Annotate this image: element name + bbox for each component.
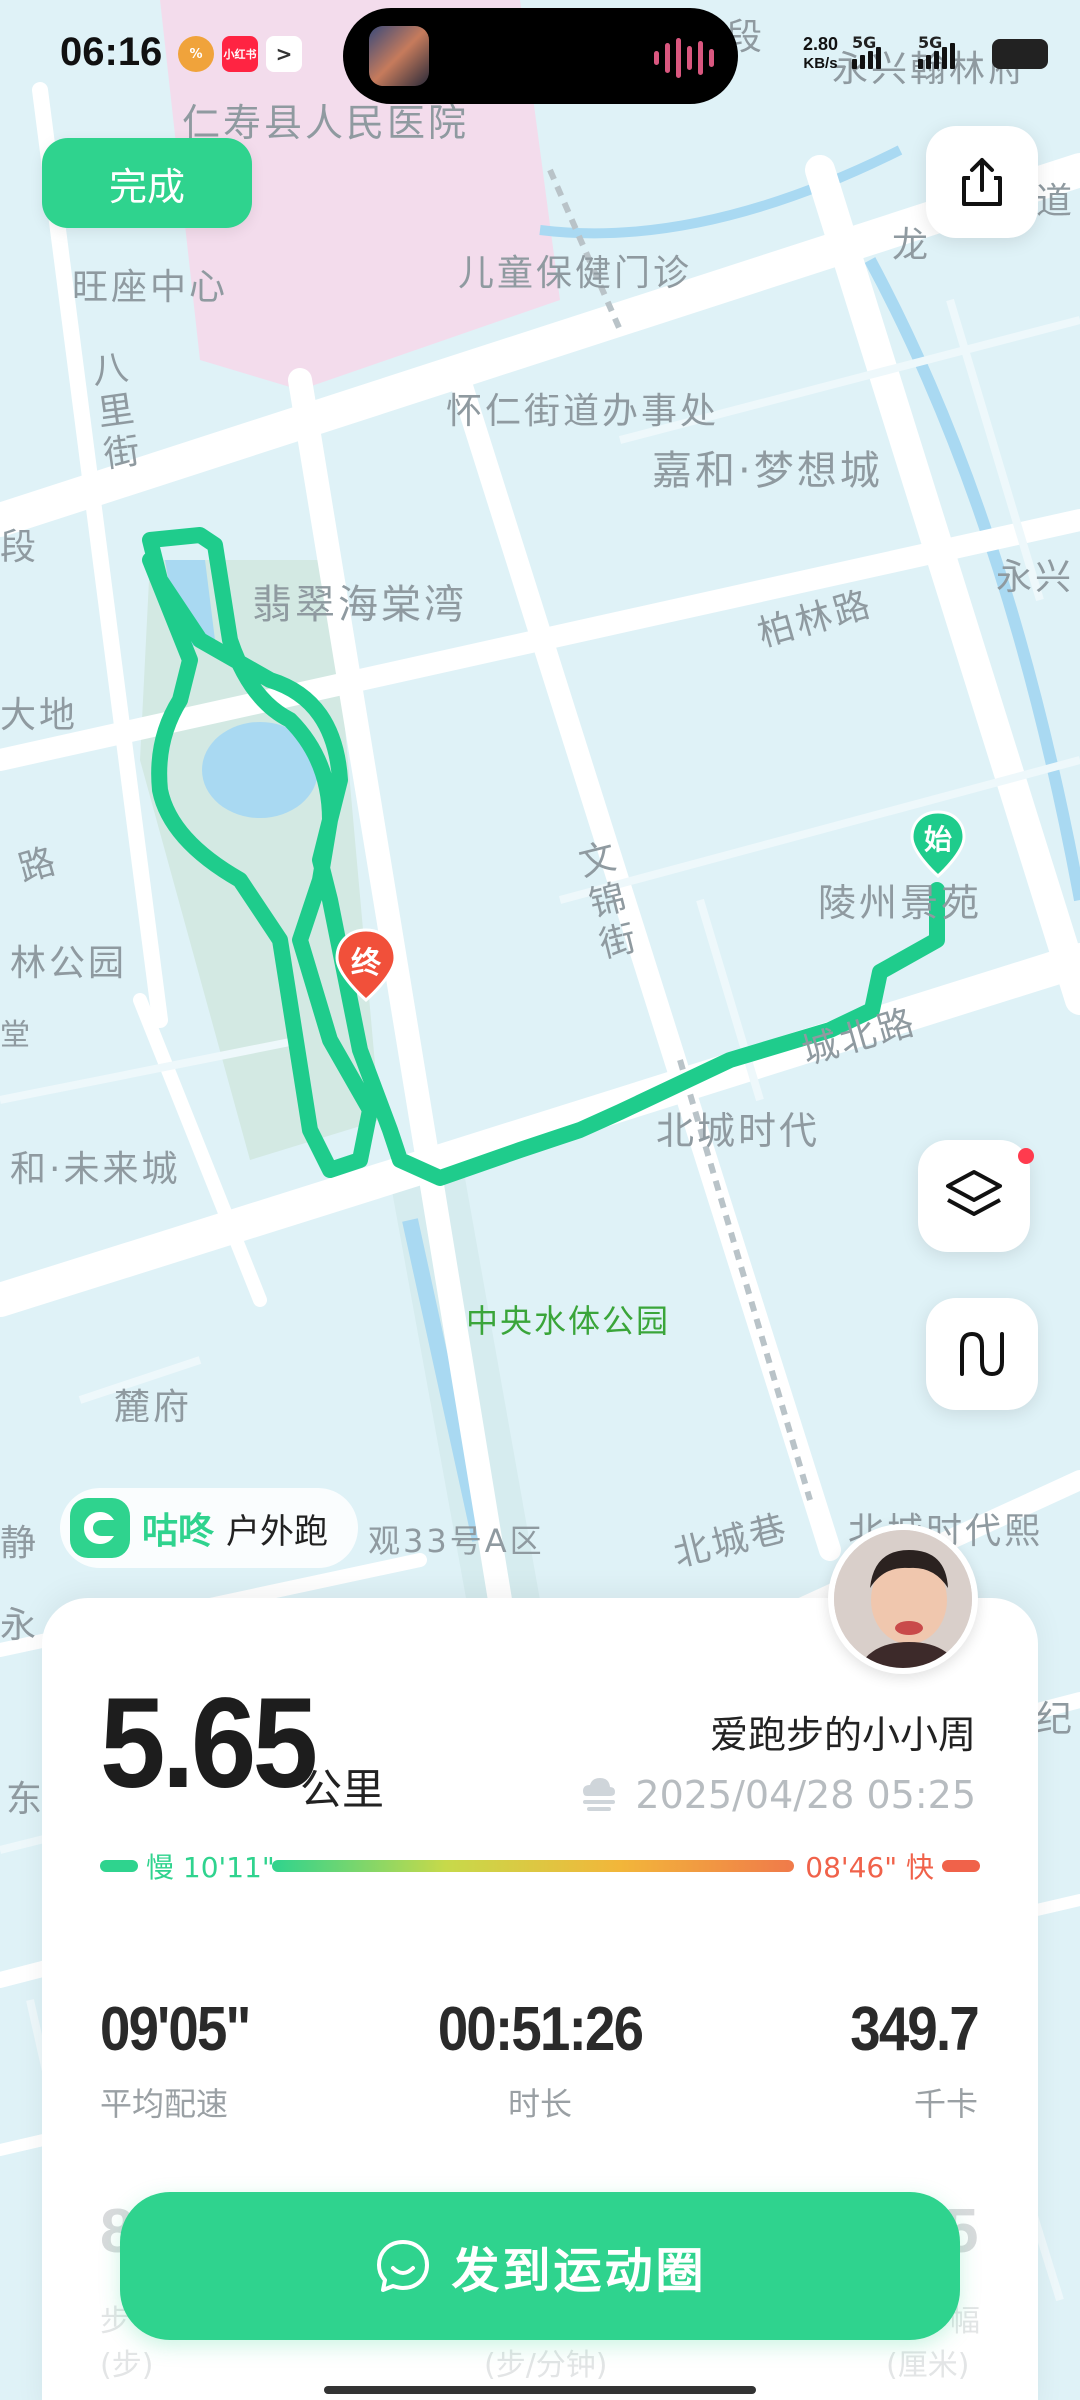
map-label-jiahe-weilai: 和·未来城 <box>10 1149 181 1190</box>
dynamic-island[interactable] <box>343 8 738 104</box>
arrow-app-icon: > <box>266 36 302 72</box>
map-label-tang: 堂 <box>0 1018 33 1053</box>
stat-avg-pace-label: 平均配速 <box>100 2085 229 2123</box>
distance-unit: 公里 <box>300 1765 385 1814</box>
chat-bubble-icon <box>377 2240 430 2292</box>
stat-duration-value: 00:51:26 <box>437 1995 644 2064</box>
brand-name: 咕咚 <box>142 1511 215 1552</box>
status-app-icons: % 小红书 > <box>178 36 302 72</box>
layers-icon <box>946 1170 1002 1216</box>
signal-2-label: 5G <box>918 33 943 52</box>
pace-fast-label: 08'46" 快 <box>805 1851 934 1884</box>
promo-app-icon: % <box>178 36 214 72</box>
net-speed-unit: KB/s <box>803 55 838 72</box>
stat-calories-label: 千卡 <box>913 2085 978 2123</box>
end-marker[interactable]: 终 <box>335 928 397 1004</box>
username: 爱跑步的小小周 <box>709 1713 976 1757</box>
map-label-dao: 道 <box>1036 181 1076 222</box>
codoon-logo-icon <box>70 1498 130 1558</box>
map-label-lin-park: 林公园 <box>10 943 128 984</box>
stat-cadence-unit-partial: (步/分钟) <box>484 2348 608 2383</box>
map-label-jing: 静 <box>0 1523 40 1564</box>
layers-notification-dot <box>1018 1148 1034 1164</box>
map-label-lingzhou: 陵州景苑 <box>818 881 983 925</box>
map-label-duan-left: 段 <box>0 527 40 568</box>
net-speed-value: 2.80 <box>802 34 838 54</box>
stat-calories: 349.7 千卡 <box>678 1994 979 2125</box>
pace-slow-cap <box>100 1860 138 1872</box>
map-label-central-park: 中央水体公园 <box>466 1302 671 1340</box>
weather-fog-icon <box>583 1778 616 1811</box>
map-label-guan33: 观33号A区 <box>368 1522 545 1560</box>
stat-stride-unit-partial: (厘米) <box>886 2348 970 2383</box>
map-label-yong: 永 <box>0 1605 40 1646</box>
signal-icon-2: 5G <box>918 33 978 69</box>
map-label-jiahe-mengxiang: 嘉和·梦想城 <box>652 448 883 494</box>
start-marker[interactable]: 始 <box>910 810 966 880</box>
map-label-lufu: 麓府 <box>114 1387 193 1428</box>
sport-type: 户外跑 <box>226 1511 329 1552</box>
share-icon <box>962 158 1002 206</box>
pace-slow-label: 慢 10'11" <box>146 1851 275 1884</box>
music-cover-icon <box>369 26 429 86</box>
run-datetime: 2025/04/28 05:25 <box>635 1773 976 1817</box>
stat-steps-unit-partial: (步) <box>100 2348 154 2383</box>
share-to-feed-label: 发到运动圈 <box>451 2243 707 2299</box>
map-label-long: 龙 <box>892 225 932 266</box>
user-avatar[interactable] <box>828 1524 978 1674</box>
stat-avg-pace-value: 09'05" <box>100 1995 251 2064</box>
pace-gradient <box>272 1860 794 1872</box>
stat-avg-pace: 09'05" 平均配速 <box>100 1994 400 2125</box>
net-speed: 2.80 KB/s <box>803 34 838 74</box>
app-brand-pill: 咕咚 户外跑 <box>60 1488 359 1568</box>
signal-1-label: 5G <box>852 33 877 52</box>
map-label-dong: 东 <box>6 1779 46 1820</box>
status-indicators: 2.80 KB/s 5G 5G <box>803 33 1048 74</box>
run-datetime-row: 2025/04/28 05:25 <box>575 1772 976 1818</box>
pace-range-bar: 慢 10'11" 08'46" 快 <box>100 1846 980 1886</box>
battery-icon <box>992 39 1048 69</box>
map-label-huairen: 怀仁街道办事处 <box>446 391 720 432</box>
map-layers-button[interactable] <box>918 1140 1030 1252</box>
signal-icon-1: 5G <box>852 33 904 69</box>
end-marker-label: 终 <box>351 946 381 981</box>
stat-duration-label: 时长 <box>507 2085 572 2123</box>
map-label-yongxing: 永兴 <box>996 557 1075 598</box>
xiaohongshu-app-icon: 小红书 <box>222 36 258 72</box>
track-icon <box>960 1331 1004 1377</box>
route-track-button[interactable] <box>926 1298 1038 1410</box>
map-label-beicheng-shidai: 北城时代 <box>656 1109 821 1153</box>
map-label-feicui: 翡翠海棠湾 <box>252 582 467 628</box>
audio-wave-icon <box>654 38 714 78</box>
pace-fast-cap <box>942 1860 980 1872</box>
stat-calories-value: 349.7 <box>850 1995 979 2064</box>
share-export-button[interactable] <box>926 126 1038 238</box>
start-marker-label: 始 <box>923 823 952 856</box>
status-time: 06:16 <box>60 30 163 74</box>
stat-duration: 00:51:26 时长 <box>390 1994 690 2125</box>
map-label-wangzuo: 旺座中心 <box>72 267 229 308</box>
distance-value: 5.65 <box>100 1672 318 1815</box>
home-indicator[interactable] <box>324 2386 756 2394</box>
done-button[interactable]: 完成 <box>42 138 252 228</box>
map-label-child-care: 儿童保健门诊 <box>458 253 693 294</box>
map-label-ji: 纪 <box>1036 1699 1076 1740</box>
map-label-dadi: 大地 <box>0 695 79 736</box>
share-to-feed-button[interactable]: 发到运动圈 <box>120 2192 960 2340</box>
